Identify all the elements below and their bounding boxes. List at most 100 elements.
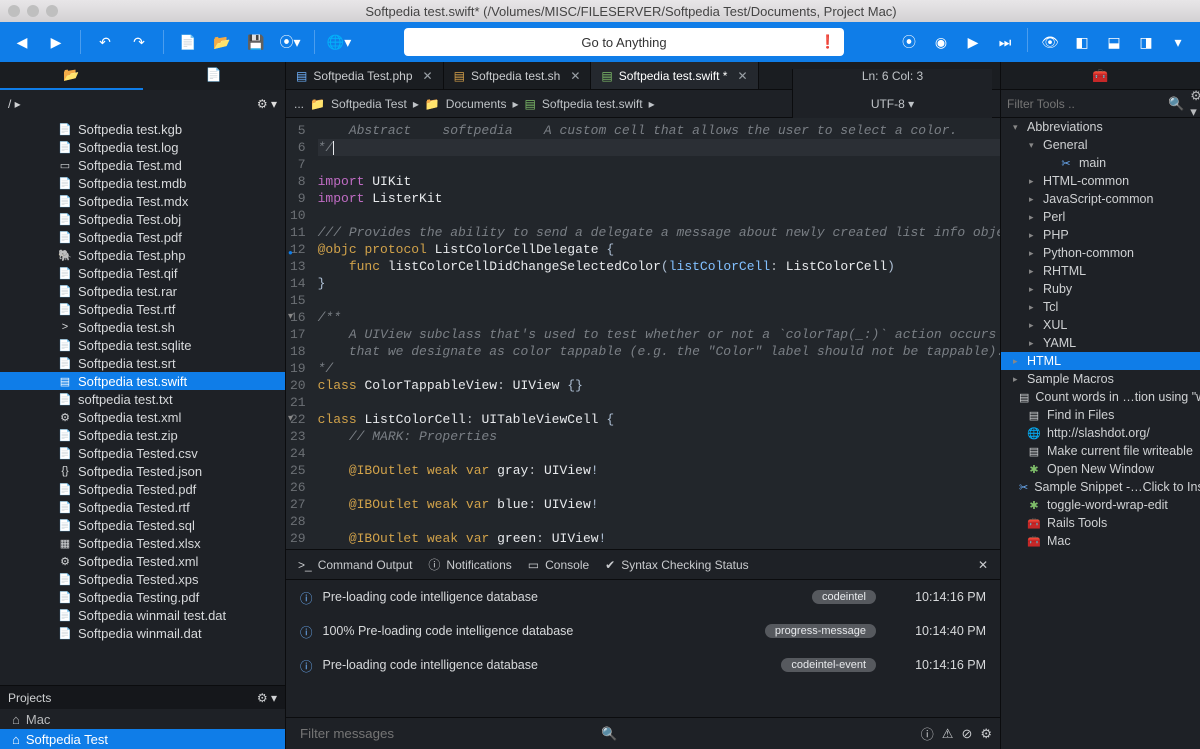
panel-left-icon[interactable]: ◧ <box>1068 28 1096 56</box>
file-row[interactable]: ⚙Softpedia test.xml <box>0 408 285 426</box>
file-row[interactable]: 📄Softpedia Test.qif <box>0 264 285 282</box>
syntax-check-tab[interactable]: ✔ Syntax Checking Status <box>605 558 748 572</box>
file-row[interactable]: 📄softpedia test.txt <box>0 390 285 408</box>
info-filter-icon[interactable]: ⓘ <box>921 724 934 743</box>
file-row[interactable]: 📄Softpedia Test.rtf <box>0 300 285 318</box>
projects-gear-icon[interactable]: ⚙ ▾ <box>257 691 277 705</box>
save-button[interactable]: 💾 <box>242 28 270 56</box>
gear-icon[interactable]: ⚙ ▾ <box>257 97 277 111</box>
close-tab-icon[interactable]: ✕ <box>423 69 433 83</box>
tool-item[interactable]: ▸HTML-common <box>1001 172 1200 190</box>
project-row[interactable]: ⌂Mac <box>0 709 285 729</box>
editor-tab[interactable]: ▤Softpedia test.sh✕ <box>444 62 592 89</box>
file-row[interactable]: >Softpedia test.sh <box>0 318 285 336</box>
file-row[interactable]: 🐘Softpedia Test.php <box>0 246 285 264</box>
notification-row[interactable]: ⓘPre-loading code intelligence databasec… <box>286 580 1000 614</box>
file-row[interactable]: 📄Softpedia test.srt <box>0 354 285 372</box>
notification-row[interactable]: ⓘ100% Pre-loading code intelligence data… <box>286 614 1000 648</box>
stop-button[interactable]: ◉ <box>927 28 955 56</box>
error-filter-icon[interactable]: ⊘ <box>961 726 972 742</box>
tool-item[interactable]: ▤Count words in …tion using "wc" <box>1001 388 1200 406</box>
close-tab-icon[interactable]: ✕ <box>570 69 580 83</box>
project-row[interactable]: ⌂Softpedia Test <box>0 729 285 749</box>
filter-tools-input[interactable] <box>1007 97 1162 111</box>
tool-item[interactable]: ▸Sample Macros <box>1001 370 1200 388</box>
file-row[interactable]: 📄Softpedia Tested.pdf <box>0 480 285 498</box>
tool-item[interactable]: 🧰Mac <box>1001 532 1200 550</box>
notification-row[interactable]: ⓘPre-loading code intelligence databasec… <box>286 648 1000 682</box>
file-row[interactable]: {}Softpedia Tested.json <box>0 462 285 480</box>
file-row[interactable]: 📄Softpedia Test.pdf <box>0 228 285 246</box>
file-row[interactable]: 📄Softpedia Testing.pdf <box>0 588 285 606</box>
tool-item[interactable]: 🌐http://slashdot.org/ <box>1001 424 1200 442</box>
file-row[interactable]: 📄Softpedia test.mdb <box>0 174 285 192</box>
tool-item[interactable]: ▸XUL <box>1001 316 1200 334</box>
panel-right-icon[interactable]: ◨ <box>1132 28 1160 56</box>
command-output-tab[interactable]: >_ Command Output <box>298 558 412 572</box>
file-row[interactable]: ▤Softpedia test.swift <box>0 372 285 390</box>
search-icon[interactable]: 🔍 <box>1168 96 1184 112</box>
play-button[interactable]: ▶ <box>959 28 987 56</box>
traffic-minimize-icon[interactable] <box>27 5 39 17</box>
encoding-selector[interactable]: UTF-8 ▾ <box>871 97 914 111</box>
toolbox-icon[interactable]: 🧰 <box>1001 62 1200 90</box>
close-panel-icon[interactable]: ✕ <box>978 558 988 572</box>
file-row[interactable]: 📄Softpedia test.sqlite <box>0 336 285 354</box>
tool-item[interactable]: ▸HTML <box>1001 352 1200 370</box>
file-row[interactable]: 📄Softpedia Test.mdx <box>0 192 285 210</box>
step-button[interactable]: ⏭ <box>991 28 1019 56</box>
file-row[interactable]: 📄Softpedia winmail test.dat <box>0 606 285 624</box>
tool-item[interactable]: ▸Tcl <box>1001 298 1200 316</box>
tool-item[interactable]: 🧰Rails Tools <box>1001 514 1200 532</box>
tool-item[interactable]: ▸Perl <box>1001 208 1200 226</box>
file-row[interactable]: 📄Softpedia test.log <box>0 138 285 156</box>
tool-item[interactable]: ▸RHTML <box>1001 262 1200 280</box>
tool-item[interactable]: ▸PHP <box>1001 226 1200 244</box>
filter-gear-icon[interactable]: ⚙ <box>980 726 992 742</box>
filter-messages-input[interactable] <box>294 720 593 747</box>
tool-item[interactable]: ✂Sample Snippet -…Click to Insert <box>1001 478 1200 496</box>
path-breadcrumb[interactable]: / ▸ <box>8 97 21 111</box>
file-row[interactable]: 📄Softpedia Tested.csv <box>0 444 285 462</box>
tool-item[interactable]: ▸Python-common <box>1001 244 1200 262</box>
menu-dropdown-icon[interactable]: ▾ <box>1164 28 1192 56</box>
file-row[interactable]: 📄Softpedia Tested.sql <box>0 516 285 534</box>
panel-bottom-icon[interactable]: ⬓ <box>1100 28 1128 56</box>
tools-gear-icon[interactable]: ⚙ ▾ <box>1190 88 1200 120</box>
new-file-button[interactable]: 📄 <box>174 28 202 56</box>
tool-item[interactable]: ▾General <box>1001 136 1200 154</box>
files-tab[interactable]: 📄 <box>143 62 286 90</box>
forward-button[interactable]: ▶ <box>42 28 70 56</box>
open-file-button[interactable]: 📂 <box>208 28 236 56</box>
tool-item[interactable]: ▸Ruby <box>1001 280 1200 298</box>
file-row[interactable]: 📄Softpedia Tested.xps <box>0 570 285 588</box>
tools-tree[interactable]: ▾Abbreviations▾General✂main▸HTML-common▸… <box>1001 118 1200 749</box>
back-button[interactable]: ◀ <box>8 28 36 56</box>
file-row[interactable]: 📄Softpedia Tested.rtf <box>0 498 285 516</box>
file-row[interactable]: ⚙Softpedia Tested.xml <box>0 552 285 570</box>
redo-button[interactable]: ↷ <box>125 28 153 56</box>
notifications-tab[interactable]: ⓘ Notifications <box>428 556 511 573</box>
tool-item[interactable]: ▤Find in Files <box>1001 406 1200 424</box>
places-tab[interactable]: 📂 <box>0 62 143 90</box>
record-macro-button[interactable]: ⦿▾ <box>276 28 304 56</box>
undo-button[interactable]: ↶ <box>91 28 119 56</box>
browser-preview-button[interactable]: 🌐▾ <box>325 28 353 56</box>
warning-filter-icon[interactable]: ⚠ <box>942 726 954 742</box>
file-tree[interactable]: 📄Softpedia test.kgb📄Softpedia test.log▭S… <box>0 118 285 685</box>
traffic-zoom-icon[interactable] <box>46 5 58 17</box>
editor-tab[interactable]: ▤Softpedia test.swift *✕ <box>591 62 758 89</box>
file-row[interactable]: 📄Softpedia test.kgb <box>0 120 285 138</box>
tool-item[interactable]: ✱toggle-word-wrap-edit <box>1001 496 1200 514</box>
eye-icon[interactable]: 👁 <box>1036 28 1064 56</box>
tool-item[interactable]: ▾Abbreviations <box>1001 118 1200 136</box>
file-row[interactable]: 📄Softpedia test.zip <box>0 426 285 444</box>
tool-item[interactable]: ▤Make current file writeable <box>1001 442 1200 460</box>
file-row[interactable]: ▦Softpedia Tested.xlsx <box>0 534 285 552</box>
editor-tab[interactable]: ▤Softpedia Test.php✕ <box>286 62 444 89</box>
tool-item[interactable]: ✱Open New Window <box>1001 460 1200 478</box>
file-row[interactable]: 📄Softpedia test.rar <box>0 282 285 300</box>
go-to-anything-input[interactable]: Go to Anything ❗ <box>404 28 844 56</box>
record-button[interactable]: ⦿ <box>895 28 923 56</box>
tool-item[interactable]: ▸JavaScript-common <box>1001 190 1200 208</box>
